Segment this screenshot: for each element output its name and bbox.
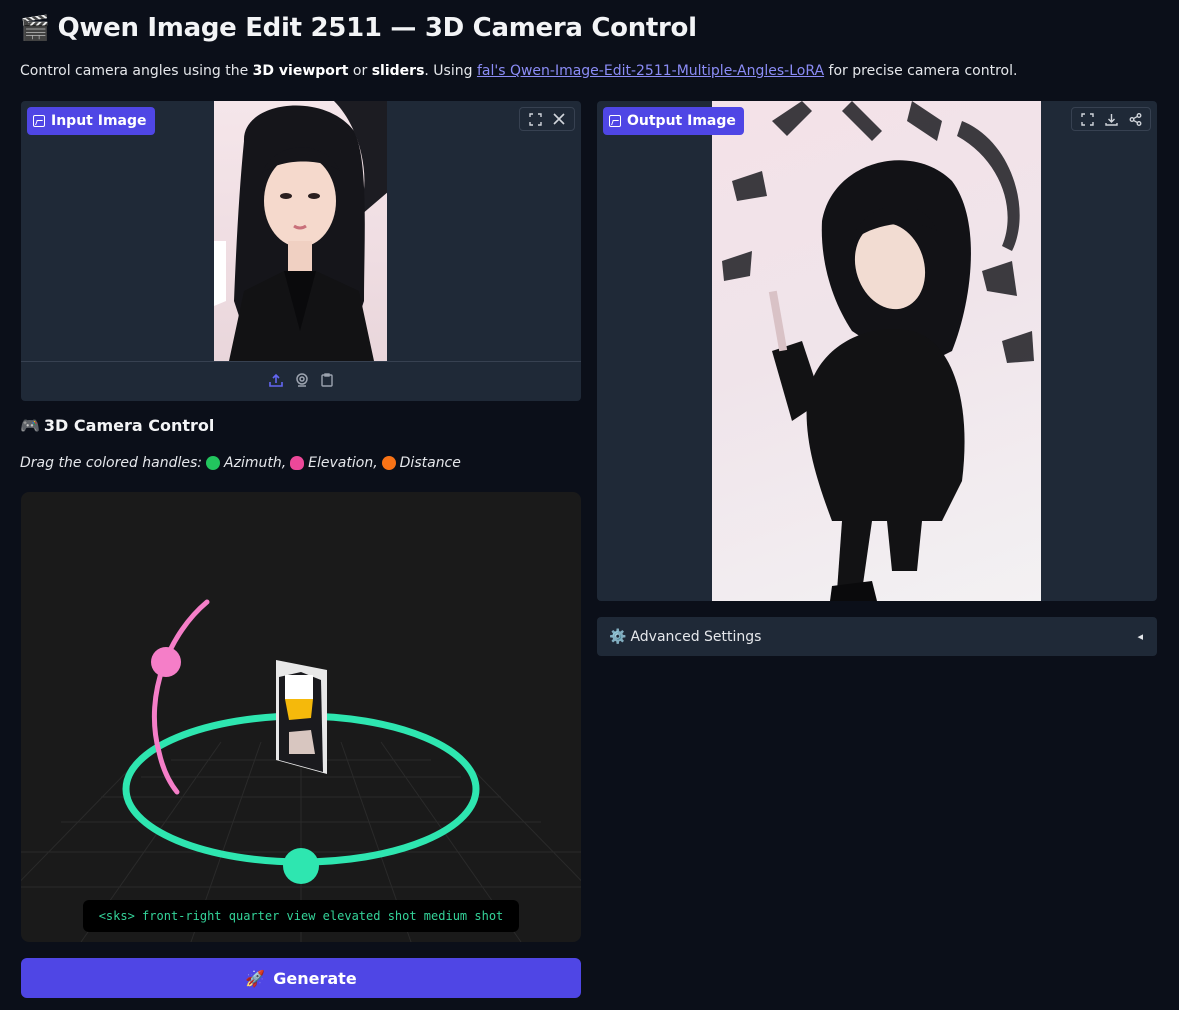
generate-button-label: Generate	[273, 968, 357, 988]
elevation-arc	[151, 599, 210, 795]
download-icon[interactable]	[1100, 109, 1122, 129]
image-icon	[609, 115, 621, 127]
rocket-icon: 🚀	[245, 968, 266, 988]
output-image-panel[interactable]: Output Image	[597, 101, 1157, 601]
input-image-label-text: Input Image	[51, 113, 147, 129]
fullscreen-icon[interactable]	[524, 109, 546, 129]
input-image-preview	[214, 101, 387, 361]
desc-bold-sliders: sliders	[371, 63, 425, 79]
input-image-label: Input Image	[27, 107, 155, 135]
output-image-label: Output Image	[603, 107, 744, 135]
lora-link[interactable]: fal's Qwen-Image-Edit-2511-Multiple-Angl…	[477, 63, 824, 79]
camera-prompt-readout: <sks> front-right quarter view elevated …	[83, 900, 519, 932]
page-title-text: Qwen Image Edit 2511 — 3D Camera Control	[57, 13, 697, 43]
advanced-settings-accordion[interactable]: ⚙️ Advanced Settings ◂	[597, 617, 1157, 656]
input-image-footer	[21, 361, 581, 401]
chevron-left-icon: ◂	[1137, 630, 1143, 643]
camera-control-heading: 🎮 3D Camera Control	[20, 416, 214, 435]
subject-card	[276, 660, 327, 774]
clapperboard-icon: 🎬	[20, 14, 50, 42]
azimuth-handle[interactable]	[283, 848, 319, 884]
distance-label: Distance	[399, 455, 461, 471]
elevation-handle[interactable]	[151, 647, 181, 677]
orange-circle-icon	[381, 456, 396, 470]
pink-heart-icon	[290, 456, 305, 470]
input-image-toolbar	[519, 107, 575, 131]
advanced-settings-header: ⚙️ Advanced Settings	[609, 629, 761, 645]
output-image-preview	[712, 101, 1041, 601]
azimuth-label: Azimuth,	[224, 455, 287, 471]
output-image-toolbar	[1071, 107, 1151, 131]
desc-text: for precise camera control.	[824, 63, 1018, 79]
gear-icon: ⚙️	[609, 628, 627, 645]
fullscreen-icon[interactable]	[1076, 109, 1098, 129]
input-image-panel[interactable]: Input Image	[21, 101, 581, 401]
camera-control-heading-text: 3D Camera Control	[43, 416, 215, 435]
page-description: Control camera angles using the 3D viewp…	[20, 63, 1017, 79]
gamepad-icon: 🎮	[20, 416, 40, 435]
desc-text: or	[348, 63, 372, 79]
output-image-label-text: Output Image	[627, 113, 736, 129]
green-circle-icon	[206, 456, 221, 470]
clipboard-icon[interactable]	[321, 372, 333, 391]
desc-bold-viewport: 3D viewport	[252, 63, 349, 79]
page-title: 🎬 Qwen Image Edit 2511 — 3D Camera Contr…	[20, 10, 697, 46]
drag-hint-prefix: Drag the colored handles:	[20, 455, 203, 471]
share-icon[interactable]	[1124, 109, 1146, 129]
generate-button[interactable]: 🚀 Generate	[21, 958, 581, 998]
upload-icon[interactable]	[269, 373, 283, 391]
webcam-icon[interactable]	[295, 372, 309, 391]
advanced-settings-label: Advanced Settings	[630, 628, 762, 645]
viewport-scene	[21, 599, 581, 942]
elevation-label: Elevation,	[308, 455, 378, 471]
3d-camera-viewport[interactable]: <sks> front-right quarter view elevated …	[21, 492, 581, 942]
image-icon	[33, 115, 45, 127]
desc-text: . Using	[424, 63, 477, 79]
desc-text: Control camera angles using the	[20, 63, 253, 79]
close-icon[interactable]	[548, 109, 570, 129]
drag-hint: Drag the colored handles: Azimuth, Eleva…	[20, 455, 461, 471]
